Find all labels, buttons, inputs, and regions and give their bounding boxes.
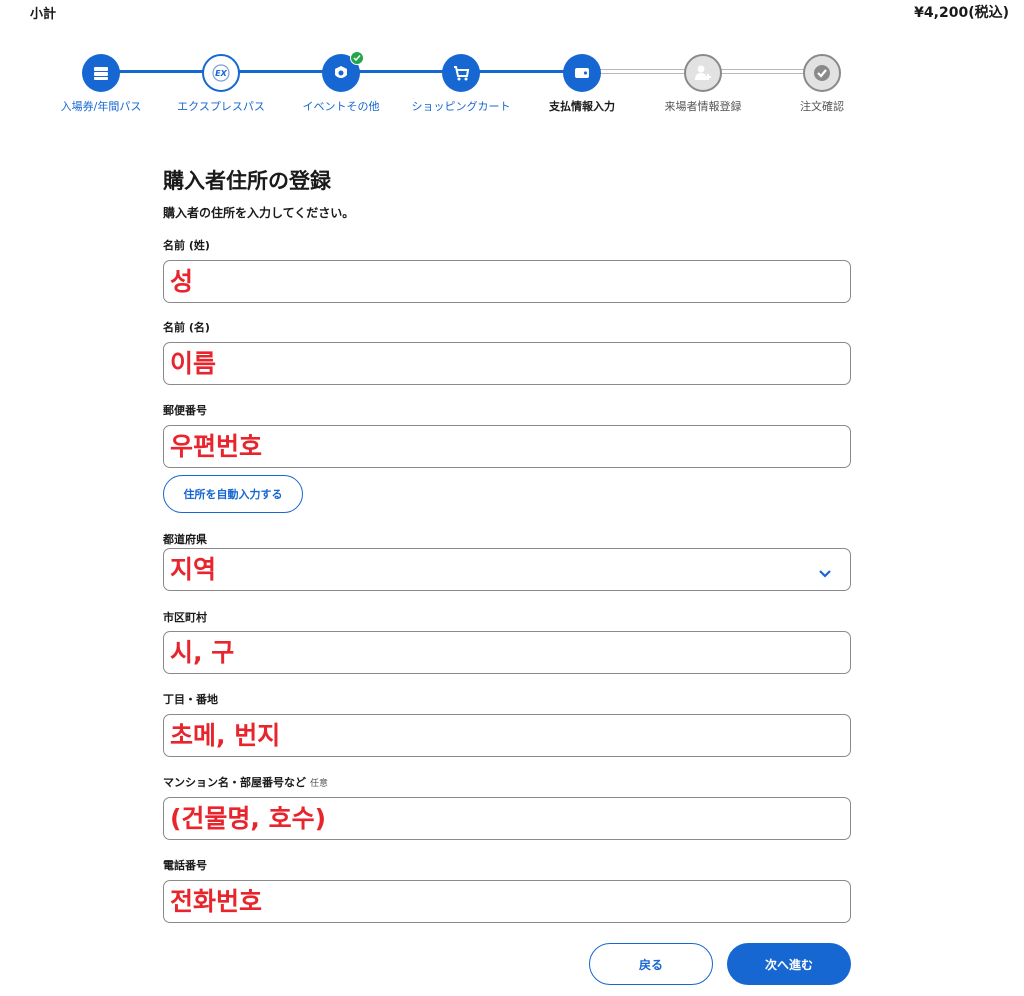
- step-label: 支払情報入力: [549, 100, 615, 113]
- prefecture-label: 都道府県: [163, 533, 207, 546]
- chevron-down-icon: [818, 564, 832, 583]
- phone-field[interactable]: 전화번호: [163, 880, 851, 923]
- subtotal-value: ¥4,200(税込): [914, 5, 1009, 21]
- step-payment: 支払情報入力: [522, 54, 642, 114]
- last-name-value: 성: [170, 267, 194, 296]
- prefecture-value: 지역: [170, 555, 217, 584]
- postal-code-value: 우편번호: [170, 432, 263, 461]
- step-label: エクスプレスパス: [177, 100, 265, 113]
- form-description: 購入者の住所を入力してください。: [163, 206, 355, 220]
- first-name-label: 名前 (名): [163, 321, 210, 334]
- street-value: 초메, 번지: [170, 721, 281, 750]
- step-label: イベントその他: [302, 100, 380, 113]
- step-express-pass: EX エクスプレスパス: [161, 54, 281, 114]
- subtotal-bar: 小計 ¥4,200(税込): [0, 0, 1024, 24]
- page-title: 購入者住所の登録: [163, 169, 331, 193]
- city-field[interactable]: 시, 구: [163, 631, 851, 674]
- street-field[interactable]: 초메, 번지: [163, 714, 851, 757]
- step-tickets: 入場券/年間パス: [41, 54, 161, 114]
- first-name-field[interactable]: 이름: [163, 342, 851, 385]
- auto-fill-address-button[interactable]: 住所を自動入力する: [163, 475, 303, 513]
- step-cart: ショッピングカート: [401, 54, 521, 114]
- postal-code-label: 郵便番号: [163, 404, 207, 417]
- prefecture-select[interactable]: 지역: [163, 548, 851, 591]
- cart-icon: [442, 54, 480, 92]
- next-button[interactable]: 次へ進む: [727, 943, 851, 985]
- back-button[interactable]: 戻る: [589, 943, 713, 985]
- check-icon: [803, 54, 841, 92]
- city-value: 시, 구: [170, 638, 235, 667]
- optional-tag: 任意: [310, 779, 329, 789]
- check-badge-icon: [350, 51, 364, 65]
- wallet-icon: [563, 54, 601, 92]
- building-value: (건물명, 호수): [170, 804, 327, 833]
- ticket-icon: [82, 54, 120, 92]
- postal-code-field[interactable]: 우편번호: [163, 425, 851, 468]
- first-name-value: 이름: [170, 349, 217, 378]
- building-label: マンション名・部屋番号など 任意: [163, 774, 328, 790]
- building-field[interactable]: (건물명, 호수): [163, 797, 851, 840]
- address-form: 購入者住所の登録 購入者の住所を入力してください。: [163, 165, 851, 221]
- building-label-text: マンション名・部屋番号など: [163, 776, 306, 789]
- subtotal-label: 小計: [30, 7, 57, 22]
- last-name-field[interactable]: 성: [163, 260, 851, 303]
- progress-stepper: 入場券/年間パス EX エクスプレスパス イベントその他 ショッピングカート 支…: [0, 50, 1024, 120]
- express-pass-icon: EX: [202, 54, 240, 92]
- svg-text:EX: EX: [215, 69, 227, 78]
- phone-value: 전화번호: [170, 887, 263, 916]
- step-label: 注文確認: [800, 100, 844, 113]
- street-label: 丁目・番地: [163, 693, 218, 706]
- step-events: イベントその他: [281, 51, 401, 114]
- event-icon: [322, 51, 364, 92]
- last-name-label: 名前 (姓): [163, 239, 210, 252]
- step-label: ショッピングカート: [411, 100, 511, 113]
- step-label: 来場者情報登録: [664, 100, 742, 113]
- city-label: 市区町村: [163, 611, 207, 624]
- add-user-icon: [684, 54, 722, 92]
- step-visitor-info: 来場者情報登録: [643, 54, 763, 114]
- phone-label: 電話番号: [163, 859, 207, 872]
- step-confirm: 注文確認: [762, 54, 882, 114]
- step-label: 入場券/年間パス: [60, 100, 142, 113]
